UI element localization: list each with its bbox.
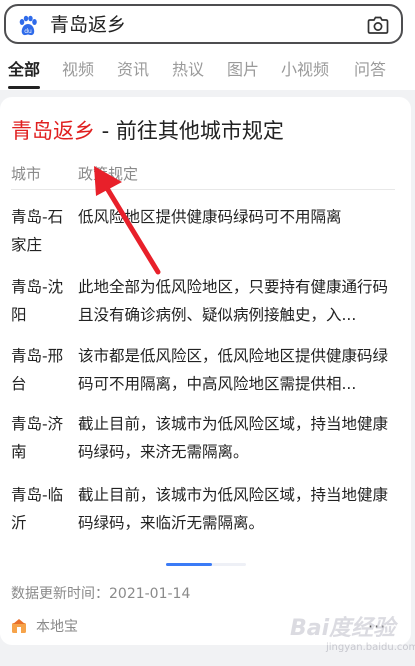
row-policy: 此地全部为低风险地区，只要持有健康通行码且没有确诊病例、疑似病例接触史，入... xyxy=(78,278,389,324)
svg-text:du: du xyxy=(24,28,32,35)
search-input[interactable]: 青岛返乡 xyxy=(50,13,126,37)
tab-news[interactable]: 资讯 xyxy=(117,59,149,81)
update-time: 数据更新时间：2021-01-14 xyxy=(11,586,191,602)
horizontal-scrollbar[interactable] xyxy=(166,563,246,566)
camera-icon[interactable] xyxy=(367,15,389,35)
result-tabs: 全部 视频 资讯 热议 图片 小视频 问答 xyxy=(0,50,415,90)
tab-discussion[interactable]: 热议 xyxy=(172,59,204,81)
tab-images[interactable]: 图片 xyxy=(227,59,259,81)
row-city: 青岛-石家庄 xyxy=(11,208,64,254)
watermark-url: jingyan.baidu.com xyxy=(326,642,415,653)
row-policy: 截止目前，该城市为低风险区域，持当地健康码绿码，来济无需隔离。 xyxy=(78,415,389,461)
active-tab-indicator xyxy=(8,86,40,89)
row-city: 青岛-邢台 xyxy=(11,347,64,393)
scrollbar-thumb[interactable] xyxy=(166,563,212,566)
tab-video[interactable]: 视频 xyxy=(62,59,94,81)
baidu-paw-icon[interactable]: du xyxy=(17,15,39,37)
tab-all[interactable]: 全部 xyxy=(8,59,40,81)
row-policy: 低风险地区提供健康码绿码可不用隔离 xyxy=(78,208,342,226)
column-header-city: 城市 xyxy=(11,165,42,183)
card-title-text: - 前往其他城市规定 xyxy=(95,119,284,143)
watermark-logo: Bai度经验 xyxy=(290,616,396,641)
tabs-fade xyxy=(401,50,415,90)
source-logo-icon xyxy=(12,619,26,633)
row-policy: 截止目前，该城市为低风险区域，持当地健康码绿码，来临沂无需隔离。 xyxy=(78,486,389,532)
search-box[interactable]: du 青岛返乡 xyxy=(4,4,403,44)
row-policy: 该市都是低风险区，低风险地区提供健康码绿码可不用隔离，中高风险地区需提供相... xyxy=(78,347,389,393)
tab-short-video[interactable]: 小视频 xyxy=(281,59,329,81)
result-card: 青岛返乡 - 前往其他城市规定 城市 政策规定 青岛-石家庄 低风险地区提供健康… xyxy=(0,97,411,645)
tab-qa[interactable]: 问答 xyxy=(354,59,386,81)
search-bar: du 青岛返乡 xyxy=(0,0,415,50)
card-title[interactable]: 青岛返乡 - 前往其他城市规定 xyxy=(11,118,284,144)
card-title-highlight: 青岛返乡 xyxy=(11,119,95,143)
row-city: 青岛-济南 xyxy=(11,415,64,461)
table-header: 城市 政策规定 xyxy=(11,163,395,190)
row-city: 青岛-临沂 xyxy=(11,486,64,532)
row-city: 青岛-沈阳 xyxy=(11,278,64,324)
source-label: 本地宝 xyxy=(36,619,78,635)
column-header-policy: 政策规定 xyxy=(78,165,139,183)
